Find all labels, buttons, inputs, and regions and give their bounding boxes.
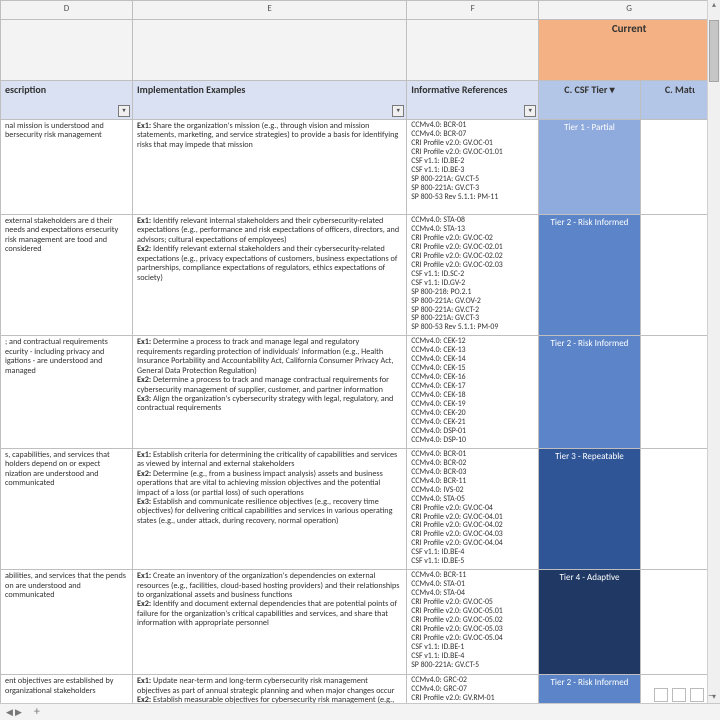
col-letter-d[interactable]: D [1,1,133,20]
header-references[interactable]: Informative References ▾ [407,81,539,120]
current-section-header: Current [539,20,720,81]
references-cell[interactable]: CCMv4.0: BCR-01 CCMv4.0: BCR-07 CRI Prof… [407,120,539,215]
scroll-thumb[interactable] [709,20,719,82]
column-letter-row: D E F G [1,1,720,20]
header-csf-tier-label: C. CSF Tier [564,83,607,96]
table-row: s, capabilities, and services that holde… [1,448,720,569]
worksheet-grid: D E F G Current escription ▾ Implementat… [0,0,720,720]
sheet-tab-bar: ◀ ▶ + [0,703,720,720]
description-cell[interactable]: nal mission is understood and bersecurit… [1,120,133,215]
filter-icon[interactable]: ▾ [524,105,536,117]
view-controls: — [654,688,716,702]
zoom-dash-icon[interactable]: — [708,690,716,701]
table-row: nal mission is understood and bersecurit… [1,120,720,215]
table-row: external stakeholders are d their needs … [1,215,720,336]
references-cell[interactable]: CCMv4.0: BCR-01 CCMv4.0: BCR-02 CCMv4.0:… [407,448,539,569]
references-cell[interactable]: CCMv4.0: STA-08 CCMv4.0: STA-13 CRI Prof… [407,215,539,336]
implementation-cell[interactable]: Ex1: Establish criteria for determining … [133,448,407,569]
description-cell[interactable]: s, capabilities, and services that holde… [1,448,133,569]
vertical-scrollbar[interactable]: ▴ ▾ [707,0,720,704]
header-references-label: Informative References [411,83,507,96]
description-cell[interactable]: ; and contractual requirements ecurity -… [1,336,133,448]
blank-hdr-d [1,20,133,81]
col-letter-f[interactable]: F [407,1,539,20]
sheet-nav-arrows-icon[interactable]: ◀ ▶ [0,707,28,718]
csf-tier-cell[interactable]: Tier 2 - Risk Informed [539,336,641,448]
description-cell[interactable]: external stakeholders are d their needs … [1,215,133,336]
blank-hdr-f [407,20,539,81]
csf-tier-cell[interactable]: Tier 2 - Risk Informed [539,215,641,336]
col-letter-e[interactable]: E [133,1,407,20]
table-row: ; and contractual requirements ecurity -… [1,336,720,448]
description-cell[interactable]: abilities, and services that the pends o… [1,570,133,675]
csf-tier-cell[interactable]: Tier 1 - Partial [539,120,641,215]
implementation-cell[interactable]: Ex1: Determine a process to track and ma… [133,336,407,448]
implementation-cell[interactable]: Ex1: Identify relevant internal stakehol… [133,215,407,336]
scroll-up-arrow-icon[interactable]: ▴ [708,0,720,12]
implementation-cell[interactable]: Ex1: Create an inventory of the organiza… [133,570,407,675]
csf-tier-cell[interactable]: Tier 4 - Adaptive [539,570,641,675]
normal-view-icon[interactable] [654,688,668,702]
page-break-view-icon[interactable] [690,688,704,702]
filter-icon[interactable]: ▾ [392,105,404,117]
header-implementation-label: Implementation Examples [137,83,245,96]
references-cell[interactable]: CCMv4.0: BCR-11 CCMv4.0: STA-01 CCMv4.0:… [407,570,539,675]
filter-icon[interactable]: ▾ [118,105,130,117]
table-row: abilities, and services that the pends o… [1,570,720,675]
col-letter-g[interactable]: G [539,1,720,20]
filter-icon[interactable]: ▾ [610,83,615,96]
header-description[interactable]: escription ▾ [1,81,133,120]
header-implementation[interactable]: Implementation Examples ▾ [133,81,407,120]
references-cell[interactable]: CCMv4.0: CEK-12 CCMv4.0: CEK-13 CCMv4.0:… [407,336,539,448]
csf-tier-cell[interactable]: Tier 3 - Repeatable [539,448,641,569]
header-matr-label: C. Matι [665,83,695,96]
implementation-cell[interactable]: Ex1: Share the organization's mission (e… [133,120,407,215]
add-sheet-button[interactable]: + [28,706,46,718]
blank-hdr-e [133,20,407,81]
header-csf-tier[interactable]: C. CSF Tier ▾ [539,81,641,120]
header-description-label: escription [5,83,46,96]
spreadsheet-viewport: D E F G Current escription ▾ Implementat… [0,0,720,720]
page-layout-view-icon[interactable] [672,688,686,702]
